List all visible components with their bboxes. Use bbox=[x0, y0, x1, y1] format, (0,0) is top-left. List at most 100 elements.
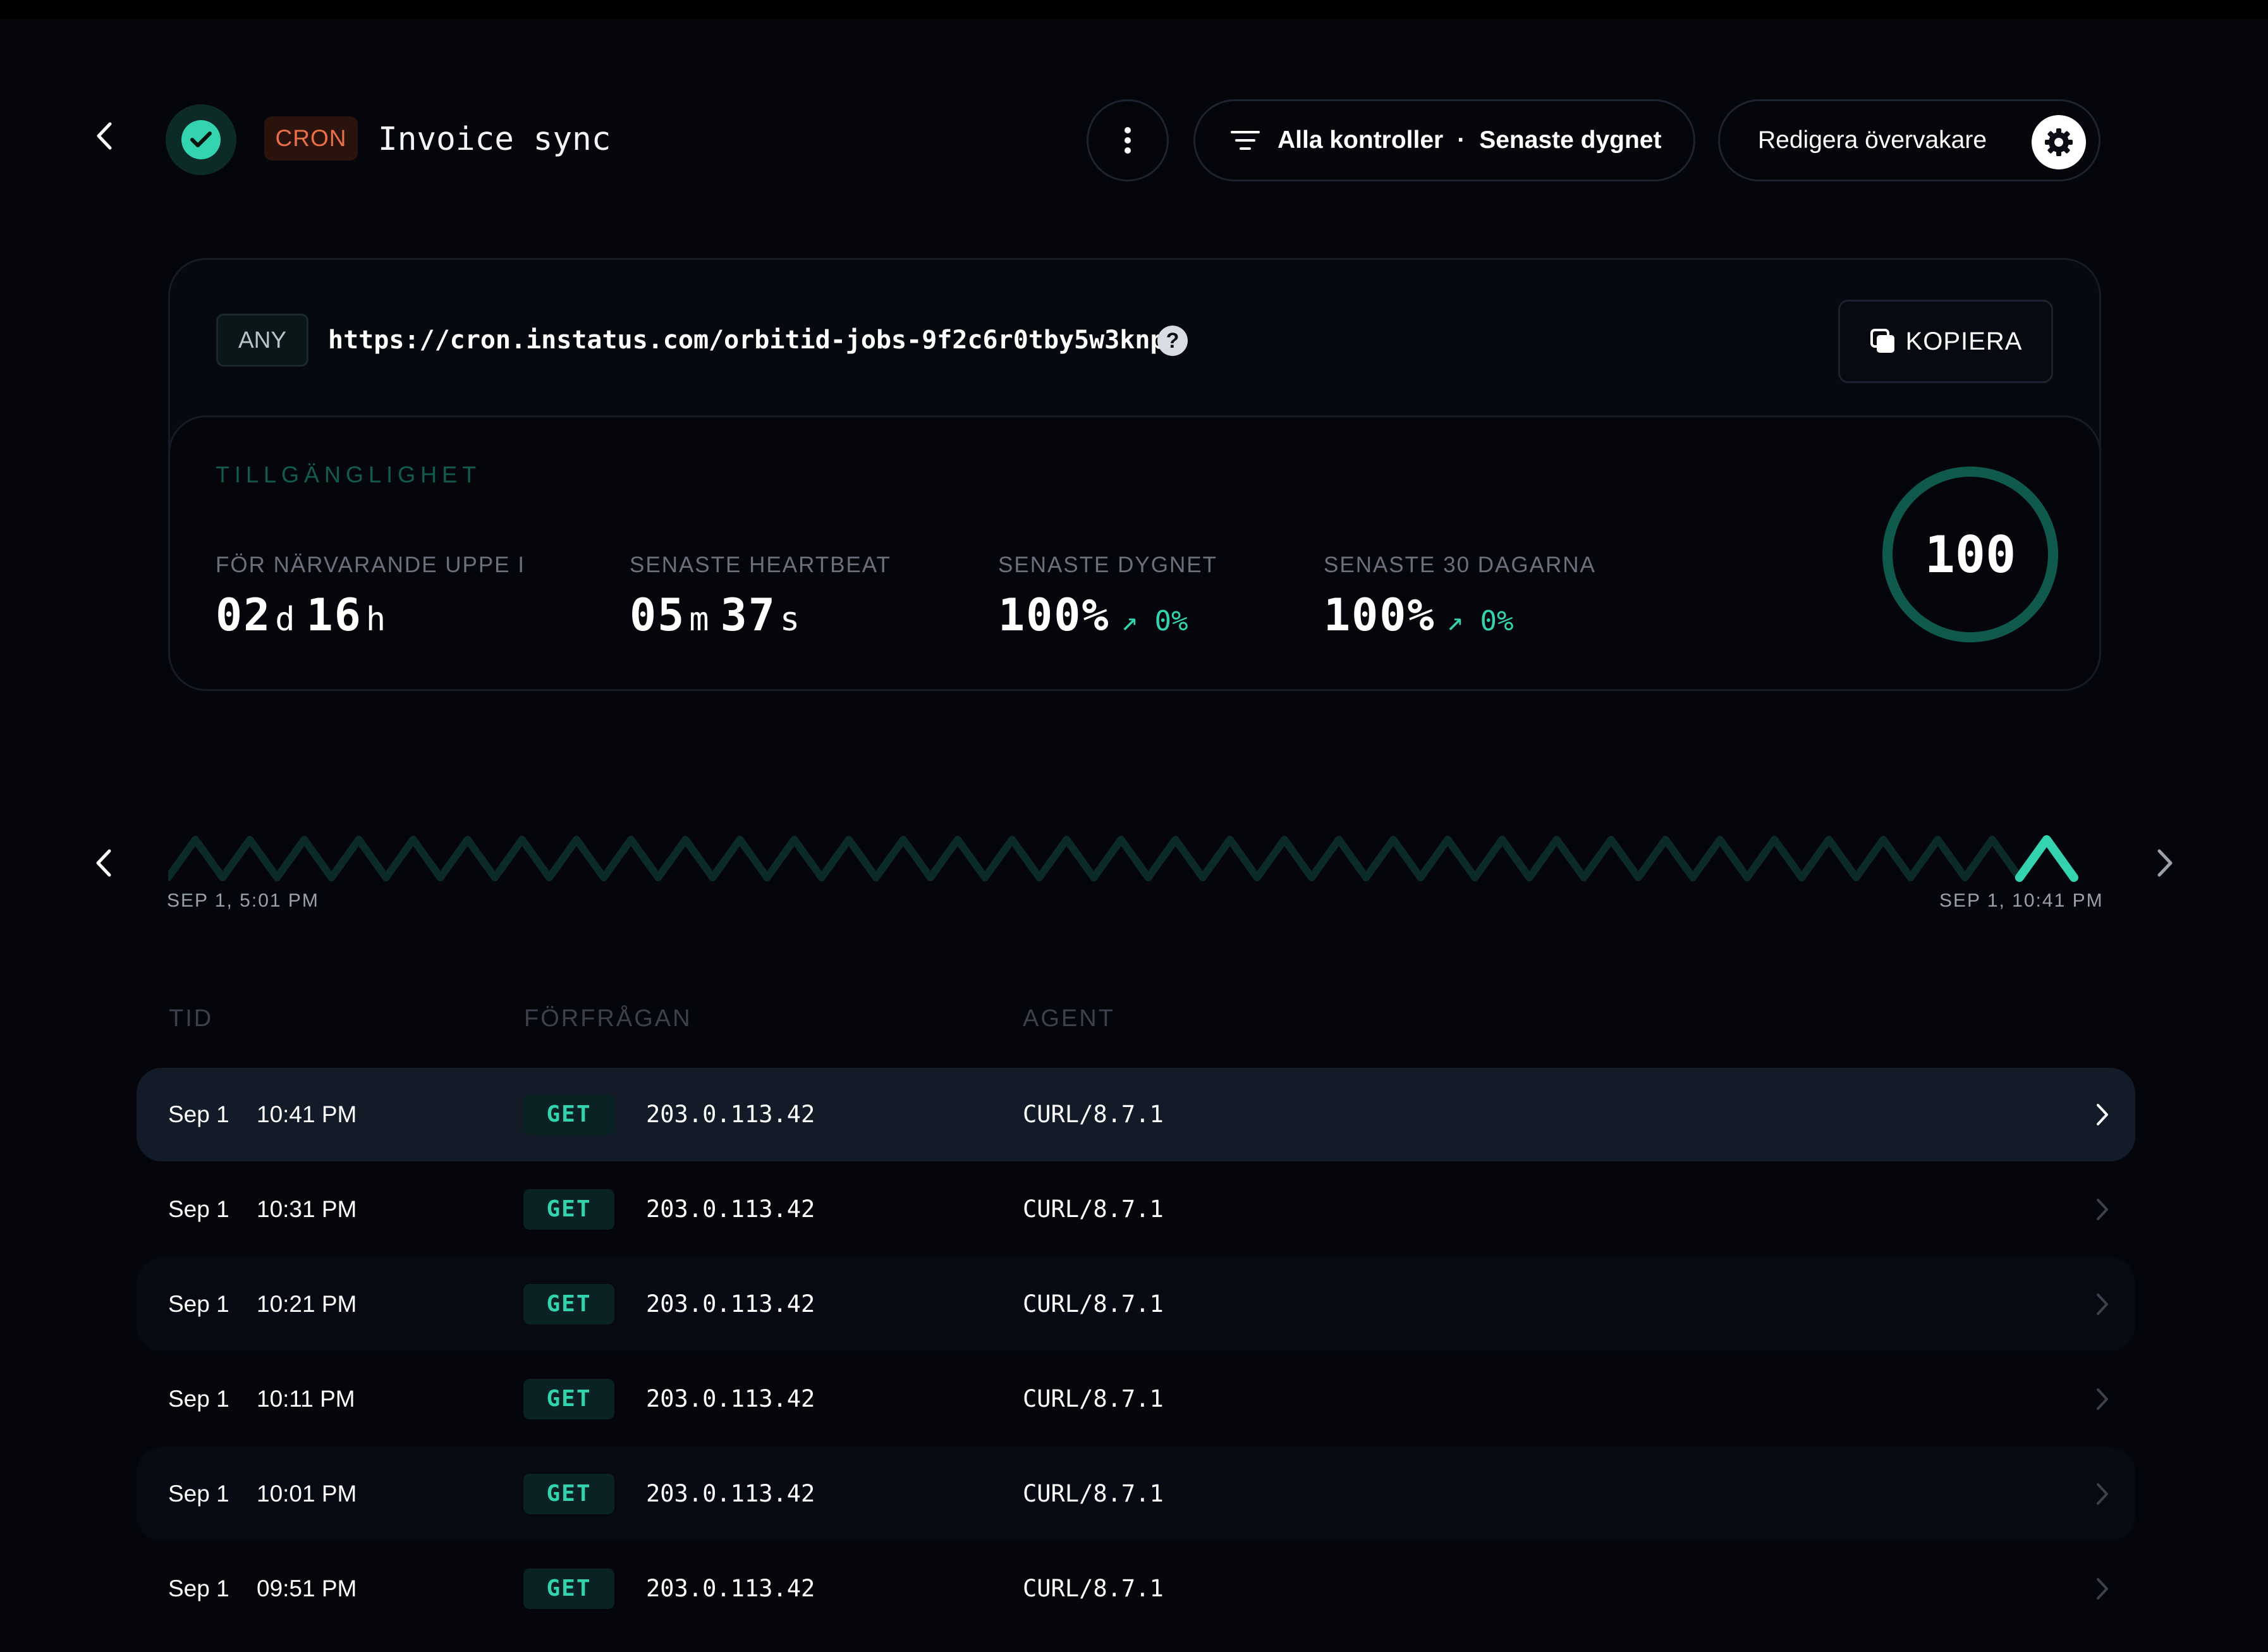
heartbeat-mark[interactable] bbox=[1852, 836, 1915, 881]
heartbeat-mark[interactable] bbox=[1090, 836, 1152, 881]
heartbeat-mark[interactable] bbox=[763, 836, 826, 881]
heartbeat-stat: SENASTE HEARTBEAT 05 m 37 s bbox=[630, 553, 891, 641]
gear-icon bbox=[2032, 115, 2086, 169]
availability-score: 100 bbox=[1924, 525, 2016, 584]
monitor-type-badge: CRON bbox=[264, 116, 358, 161]
uptime-days-unit: d bbox=[275, 601, 295, 639]
heartbeat-mark[interactable] bbox=[491, 836, 553, 881]
row-agent: CURL/8.7.1 bbox=[1023, 1196, 1164, 1223]
availability-score-gauge: 100 bbox=[1879, 463, 2062, 646]
table-row[interactable]: Sep 1 10:41 PM GET 203.0.113.42 CURL/8.7… bbox=[137, 1068, 2135, 1161]
day-delta: ↗ 0% bbox=[1121, 605, 1188, 637]
row-ip: 203.0.113.42 bbox=[646, 1196, 815, 1223]
chevron-right-icon bbox=[2090, 1068, 2115, 1161]
heartbeat-mark[interactable] bbox=[1743, 836, 1806, 881]
heartbeat-label: SENASTE HEARTBEAT bbox=[630, 553, 891, 577]
heartbeat-mark[interactable] bbox=[926, 836, 989, 881]
filter-label: Alla kontroller · Senaste dygnet bbox=[1277, 126, 1662, 154]
day-availability-stat: SENASTE DYGNET 100% ↗ 0% bbox=[998, 553, 1217, 641]
heartbeat-mark[interactable] bbox=[654, 836, 717, 881]
row-agent: CURL/8.7.1 bbox=[1023, 1290, 1164, 1318]
heartbeat-mark[interactable] bbox=[1906, 836, 1969, 881]
table-row[interactable]: Sep 1 10:31 PM GET 203.0.113.42 CURL/8.7… bbox=[137, 1163, 2135, 1256]
back-button[interactable] bbox=[88, 117, 120, 155]
monitor-title: Invoice sync bbox=[378, 121, 611, 158]
heartbeat-mark[interactable] bbox=[1198, 836, 1261, 881]
heartbeat-mark[interactable] bbox=[219, 836, 281, 881]
row-ip: 203.0.113.42 bbox=[646, 1101, 815, 1128]
timeline-next-button[interactable] bbox=[2146, 838, 2184, 888]
more-vertical-icon bbox=[1125, 127, 1131, 154]
heartbeat-mark[interactable] bbox=[382, 836, 444, 881]
row-ip: 203.0.113.42 bbox=[646, 1385, 815, 1412]
edit-monitor-button[interactable]: Redigera övervakare bbox=[1718, 99, 2100, 181]
heartbeat-mark[interactable] bbox=[168, 836, 227, 881]
help-icon[interactable]: ? bbox=[1157, 326, 1188, 356]
heartbeat-mark[interactable] bbox=[1417, 836, 1479, 881]
heartbeat-timeline[interactable] bbox=[168, 835, 2101, 885]
chevron-left-icon bbox=[97, 122, 112, 150]
row-method-badge: GET bbox=[523, 1094, 614, 1135]
table-row[interactable]: Sep 1 10:21 PM GET 203.0.113.42 CURL/8.7… bbox=[137, 1257, 2135, 1351]
heartbeat-mark[interactable] bbox=[436, 836, 499, 881]
row-method-badge: GET bbox=[523, 1379, 614, 1419]
row-time: 10:31 PM bbox=[257, 1196, 357, 1222]
table-row[interactable]: Sep 1 10:11 PM GET 203.0.113.42 CURL/8.7… bbox=[137, 1352, 2135, 1446]
heartbeat-mark[interactable] bbox=[1307, 836, 1370, 881]
table-row[interactable]: Sep 1 10:01 PM GET 203.0.113.42 CURL/8.7… bbox=[137, 1447, 2135, 1541]
heartbeat-mark[interactable] bbox=[600, 836, 662, 881]
filter-icon bbox=[1231, 131, 1260, 150]
heartbeat-mark[interactable] bbox=[1634, 836, 1697, 881]
window-top-bar bbox=[0, 0, 2268, 19]
heartbeat-mark[interactable] bbox=[1798, 836, 1860, 881]
check-circle-icon bbox=[181, 120, 221, 159]
uptime-hours: 16 bbox=[306, 589, 362, 641]
heartbeat-mark[interactable] bbox=[1144, 836, 1207, 881]
heartbeat-mark[interactable] bbox=[273, 836, 336, 881]
chevron-right-icon bbox=[2090, 1352, 2115, 1446]
table-row[interactable]: Sep 1 09:51 PM GET 203.0.113.42 CURL/8.7… bbox=[137, 1542, 2135, 1636]
heartbeat-mark[interactable] bbox=[1688, 836, 1752, 881]
row-date: Sep 1 bbox=[168, 1576, 229, 1601]
heartbeat-seconds-unit: s bbox=[779, 601, 800, 639]
heartbeat-mark[interactable] bbox=[709, 836, 771, 881]
uptime-stat: FÖR NÄRVARANDE UPPE I 02 d 16 h bbox=[216, 553, 525, 641]
chevron-right-icon bbox=[2157, 849, 2173, 877]
heartbeat-mark[interactable] bbox=[1961, 836, 2023, 881]
availability-heading: TILLGÄNGLIGHET bbox=[216, 462, 482, 487]
row-ip: 203.0.113.42 bbox=[646, 1290, 815, 1318]
heartbeat-mark[interactable] bbox=[1525, 836, 1588, 881]
copy-label: KOPIERA bbox=[1905, 327, 2023, 355]
month-value: 100% bbox=[1324, 589, 1436, 641]
heartbeat-mark[interactable] bbox=[1035, 836, 1098, 881]
chevron-right-icon bbox=[2090, 1542, 2115, 1636]
row-ip: 203.0.113.42 bbox=[646, 1575, 815, 1602]
heartbeat-mark[interactable] bbox=[1580, 836, 1642, 881]
heartbeat-mark[interactable] bbox=[1253, 836, 1315, 881]
heartbeat-mark[interactable] bbox=[817, 836, 880, 881]
heartbeat-mark[interactable] bbox=[981, 836, 1044, 881]
endpoint-url[interactable]: https://cron.instatus.com/orbitid-jobs-9… bbox=[328, 318, 1166, 362]
row-agent: CURL/8.7.1 bbox=[1023, 1480, 1164, 1507]
column-header-request: FÖRFRÅGAN bbox=[524, 1005, 692, 1032]
filter-scope: Alla kontroller bbox=[1277, 126, 1444, 154]
row-time: 09:51 PM bbox=[257, 1576, 357, 1601]
heartbeat-mark[interactable] bbox=[2015, 835, 2078, 882]
heartbeat-mark[interactable] bbox=[327, 836, 390, 881]
column-header-agent: AGENT bbox=[1023, 1005, 1115, 1032]
filter-button[interactable]: Alla kontroller · Senaste dygnet bbox=[1193, 99, 1695, 181]
heartbeat-mark[interactable] bbox=[1471, 836, 1533, 881]
heartbeat-mark[interactable] bbox=[1362, 836, 1425, 881]
heartbeat-minutes-unit: m bbox=[689, 601, 709, 639]
row-method-badge: GET bbox=[523, 1284, 614, 1325]
row-date: Sep 1 bbox=[168, 1196, 229, 1222]
uptime-hours-unit: h bbox=[365, 601, 386, 639]
row-agent: CURL/8.7.1 bbox=[1023, 1385, 1164, 1412]
heartbeat-mark[interactable] bbox=[545, 836, 608, 881]
row-time: 10:21 PM bbox=[257, 1291, 357, 1317]
timeline-prev-button[interactable] bbox=[85, 838, 123, 888]
heartbeat-mark[interactable] bbox=[872, 836, 934, 881]
row-time: 10:01 PM bbox=[257, 1481, 357, 1507]
copy-url-button[interactable]: KOPIERA bbox=[1838, 300, 2053, 383]
more-options-button[interactable] bbox=[1087, 99, 1169, 181]
